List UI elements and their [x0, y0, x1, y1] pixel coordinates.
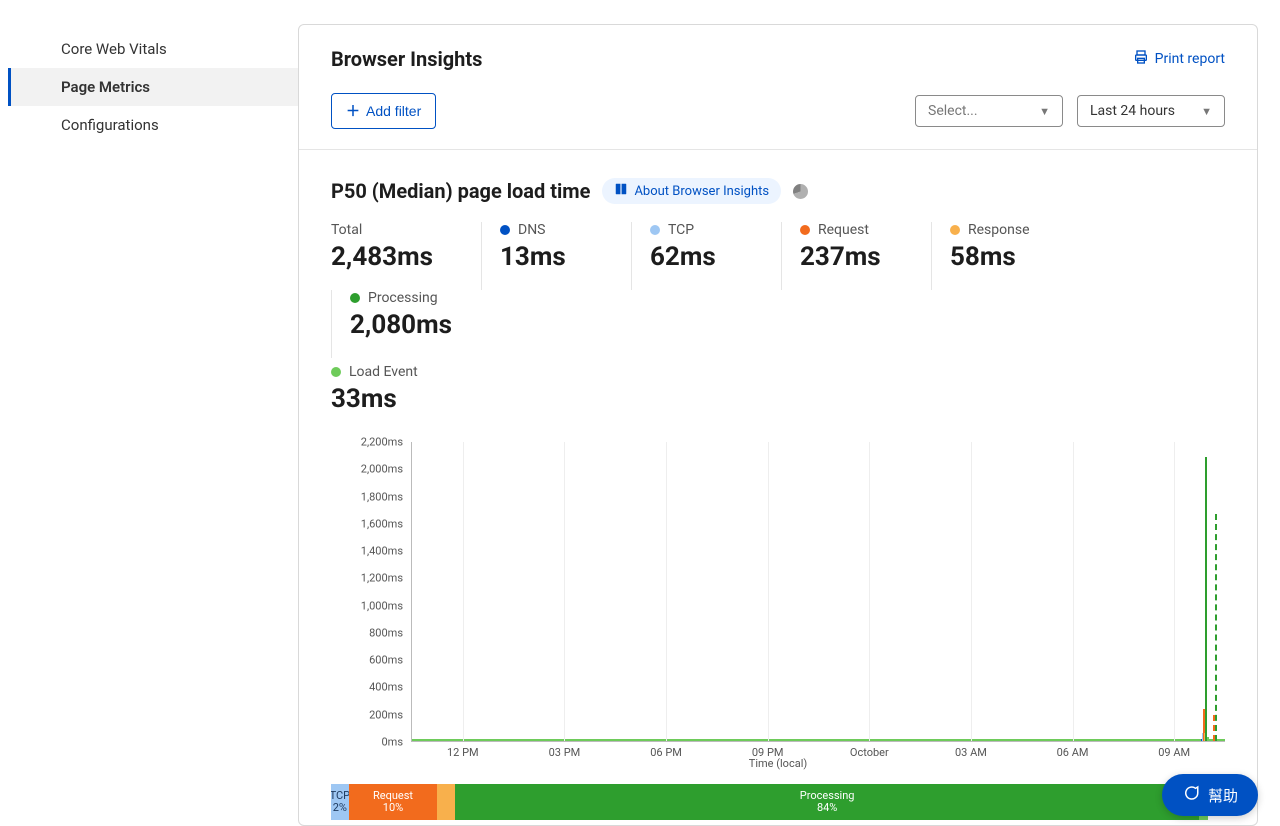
y-tick: 600ms: [369, 654, 403, 667]
x-tick: 03 AM: [955, 746, 987, 759]
plus-icon: ＋: [346, 101, 360, 121]
sidebar: Core Web Vitals Page Metrics Configurati…: [8, 24, 298, 826]
metric-processing: Processing 2,080ms: [331, 290, 481, 358]
metric-label: Total: [331, 222, 362, 238]
legend-dot: [950, 225, 960, 235]
stacked-segment: [437, 784, 455, 820]
y-tick: 200ms: [369, 708, 403, 721]
content: P50 (Median) page load time About Browse…: [299, 150, 1257, 820]
print-report-label: Print report: [1155, 51, 1225, 67]
y-tick: 800ms: [369, 626, 403, 639]
x-tick: 03 PM: [549, 746, 581, 759]
metric-label: DNS: [518, 222, 546, 238]
sidebar-item-configurations[interactable]: Configurations: [8, 106, 298, 144]
series-spike: [1205, 457, 1207, 741]
x-axis-label: Time (local): [749, 757, 807, 770]
add-filter-label: Add filter: [366, 103, 421, 119]
metric-value: 58ms: [950, 242, 1053, 272]
about-link-label: About Browser Insights: [634, 184, 769, 199]
x-tick: 06 PM: [650, 746, 682, 759]
metric-value: 2,483ms: [331, 242, 453, 272]
metric-label: Load Event: [349, 364, 418, 380]
x-tick: 09 AM: [1158, 746, 1190, 759]
y-tick: 2,000ms: [361, 463, 403, 476]
metric-label: Processing: [368, 290, 438, 306]
metric-response: Response 58ms: [931, 222, 1081, 290]
plot-area: 12 PM03 PM06 PM09 PMOctober03 AM06 AM09 …: [411, 442, 1225, 742]
y-tick: 1,600ms: [361, 517, 403, 530]
y-tick: 400ms: [369, 681, 403, 694]
legend-dot: [350, 293, 360, 303]
metric-label: Response: [968, 222, 1030, 238]
metric-dns: DNS 13ms: [481, 222, 631, 290]
pie-chart-icon[interactable]: [793, 184, 808, 199]
book-icon: [614, 182, 628, 200]
metrics-row: Total 2,483ms DNS 13ms TCP 62ms Request …: [331, 222, 1225, 358]
y-tick: 2,200ms: [361, 436, 403, 449]
metric-value: 237ms: [800, 242, 903, 272]
topbar: Browser Insights Print report ＋ Add filt…: [299, 25, 1257, 150]
x-tick: 12 PM: [447, 746, 479, 759]
about-link[interactable]: About Browser Insights: [602, 178, 781, 204]
main-panel: Browser Insights Print report ＋ Add filt…: [298, 24, 1258, 826]
sidebar-item-page-metrics[interactable]: Page Metrics: [8, 68, 298, 106]
stacked-breakdown-bar: TCP2%Request10% Processing84%: [331, 784, 1217, 820]
x-tick: October: [850, 746, 889, 759]
timerange-select[interactable]: Last 24 hours ▼: [1077, 95, 1225, 127]
filter-select-placeholder: Select...: [928, 103, 978, 119]
timerange-label: Last 24 hours: [1090, 103, 1175, 119]
add-filter-button[interactable]: ＋ Add filter: [331, 93, 436, 129]
legend-dot: [800, 225, 810, 235]
print-icon: [1133, 49, 1149, 69]
chevron-down-icon: ▼: [1039, 105, 1050, 118]
y-tick: 1,000ms: [361, 599, 403, 612]
section-title: P50 (Median) page load time: [331, 179, 590, 203]
metric-value: 2,080ms: [350, 310, 453, 340]
metric-value: 13ms: [500, 242, 603, 272]
y-tick: 1,400ms: [361, 545, 403, 558]
metric-load-event: Load Event 33ms: [331, 364, 481, 432]
legend-dot: [331, 367, 341, 377]
chevron-down-icon: ▼: [1201, 105, 1212, 118]
x-tick: 06 AM: [1057, 746, 1089, 759]
legend-dot: [650, 225, 660, 235]
stacked-segment: TCP2%: [331, 784, 349, 820]
series-spike: [1207, 737, 1209, 742]
page-title: Browser Insights: [331, 47, 482, 71]
metric-value: 62ms: [650, 242, 753, 272]
baseline-series: [412, 739, 1225, 741]
y-tick: 0ms: [381, 736, 403, 749]
metric-tcp: TCP 62ms: [631, 222, 781, 290]
timeseries-chart: 0ms 200ms 400ms 600ms 800ms 1,000ms 1,200ms 1,4…: [331, 442, 1225, 772]
metric-label: TCP: [668, 222, 694, 238]
help-label: 幫助: [1208, 785, 1238, 806]
sidebar-item-core-web-vitals[interactable]: Core Web Vitals: [8, 30, 298, 68]
stacked-segment: Request10%: [349, 784, 438, 820]
y-tick: 1,800ms: [361, 490, 403, 503]
y-tick: 1,200ms: [361, 572, 403, 585]
stacked-segment: Processing84%: [455, 784, 1199, 820]
legend-dot: [500, 225, 510, 235]
metric-total: Total 2,483ms: [331, 222, 481, 290]
metric-request: Request 237ms: [781, 222, 931, 290]
filter-select[interactable]: Select... ▼: [915, 95, 1063, 127]
y-axis: 0ms 200ms 400ms 600ms 800ms 1,000ms 1,200ms 1,4…: [331, 442, 411, 772]
help-button[interactable]: 幫助: [1162, 774, 1258, 816]
metric-label: Request: [818, 222, 869, 238]
print-report-link[interactable]: Print report: [1133, 49, 1225, 69]
metric-value: 33ms: [331, 384, 453, 414]
chat-icon: [1182, 784, 1200, 806]
